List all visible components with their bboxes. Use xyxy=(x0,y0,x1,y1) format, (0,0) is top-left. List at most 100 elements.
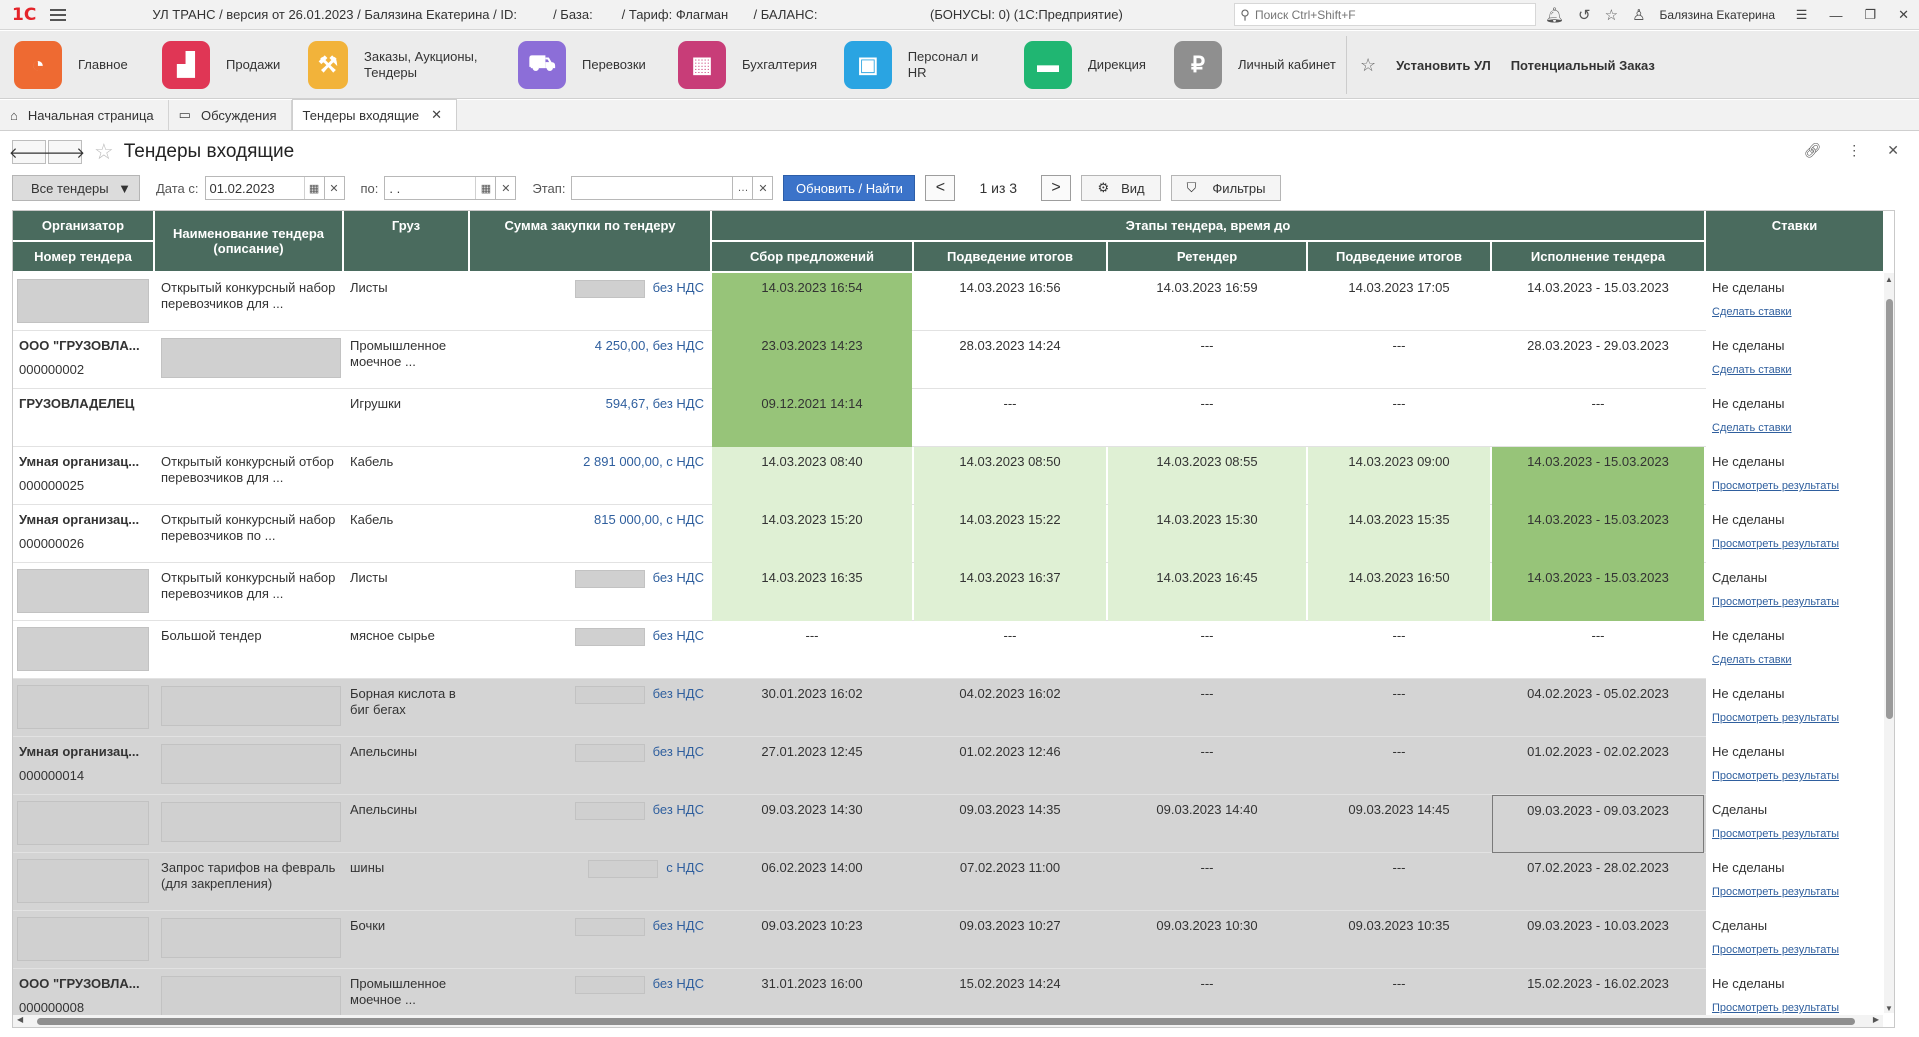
stage-cell-s2[interactable]: 09.03.2023 14:35 xyxy=(914,795,1106,853)
sum-cell[interactable]: 815 000,00, с НДС xyxy=(470,505,710,563)
favorites-star-icon[interactable]: ☆ xyxy=(1605,6,1618,24)
cargo-cell[interactable]: Апельсины xyxy=(344,795,468,853)
stage-cell-s1[interactable]: 30.01.2023 16:02 xyxy=(712,679,912,737)
stage-cell-s2[interactable]: 14.03.2023 15:22 xyxy=(914,505,1106,563)
bell-icon[interactable]: 🔔︎ xyxy=(1545,6,1564,24)
section-auction-hammer[interactable]: ⚒ Заказы, Аукционы, Тендеры xyxy=(294,31,504,99)
stage-cell-s4[interactable]: 14.03.2023 16:50 xyxy=(1308,563,1490,621)
bid-action-link[interactable]: Просмотреть результаты xyxy=(1712,1000,1877,1016)
cargo-cell[interactable]: Игрушки xyxy=(344,389,468,447)
col-tender-name[interactable]: Наименование тендера (описание) xyxy=(155,211,342,271)
sum-cell[interactable]: 2 891 000,00, с НДС xyxy=(470,447,710,505)
stage-cell-s2[interactable]: --- xyxy=(914,621,1106,679)
organizer-cell[interactable] xyxy=(13,621,153,679)
stage-cell-s5[interactable]: 14.03.2023 - 15.03.2023 xyxy=(1492,563,1704,621)
stage-cell-s1[interactable]: 09.03.2023 14:30 xyxy=(712,795,912,853)
settings-menu-icon[interactable]: ☰ xyxy=(1796,7,1808,23)
close-form-icon[interactable]: ✕ xyxy=(1887,142,1899,159)
table-row[interactable]: Умная организац... 000000026 Открытый конк… xyxy=(13,505,1883,563)
user-name[interactable]: Балязина Екатерина xyxy=(1660,8,1776,22)
stage-cell-s3[interactable]: 14.03.2023 16:59 xyxy=(1108,273,1306,331)
tender-name-cell[interactable] xyxy=(155,911,342,969)
stage-cell-s3[interactable]: 09.03.2023 10:30 xyxy=(1108,911,1306,969)
stage-cell-s1[interactable]: 14.03.2023 16:54 xyxy=(712,273,912,331)
stage-cell-s3[interactable]: --- xyxy=(1108,853,1306,911)
stage-cell-s4[interactable]: 14.03.2023 15:35 xyxy=(1308,505,1490,563)
sum-cell[interactable]: без НДС xyxy=(470,911,710,969)
tender-name-cell[interactable] xyxy=(155,795,342,853)
tender-name-cell[interactable]: Большой тендер xyxy=(155,621,342,679)
stage-cell-s4[interactable]: 14.03.2023 17:05 xyxy=(1308,273,1490,331)
table-row[interactable]: Открытый конкурсный набор перевозчиков д… xyxy=(13,563,1883,621)
col-stage-retender[interactable]: Ретендер xyxy=(1108,242,1306,271)
table-row[interactable]: Бочки без НДС 09.03.2023 10:23 09.03.2023 1… xyxy=(13,911,1883,969)
stage-cell-s5[interactable]: 07.02.2023 - 28.02.2023 xyxy=(1492,853,1704,911)
stage-cell-s1[interactable]: 14.03.2023 08:40 xyxy=(712,447,912,505)
stage-cell-s3[interactable]: 14.03.2023 16:45 xyxy=(1108,563,1306,621)
sum-cell[interactable]: 594,67, без НДС xyxy=(470,389,710,447)
tender-name-cell[interactable] xyxy=(155,737,342,795)
stage-cell-s1[interactable]: 09.12.2021 14:14 xyxy=(712,389,912,447)
bid-action-link[interactable]: Просмотреть результаты xyxy=(1712,942,1877,958)
stage-cell-s1[interactable]: 06.02.2023 14:00 xyxy=(712,853,912,911)
col-cargo[interactable]: Груз xyxy=(344,211,468,271)
stage-cell-s3[interactable]: 14.03.2023 08:55 xyxy=(1108,447,1306,505)
stage-cell-s1[interactable]: 14.03.2023 15:20 xyxy=(712,505,912,563)
section-lock[interactable]: ₽ Личный кабинет xyxy=(1160,31,1360,99)
organizer-cell[interactable]: Умная организац... 000000014 xyxy=(13,737,153,795)
table-row[interactable]: ГРУЗОВЛАДЕЛЕЦ Игрушки 594,67, без НДС 09.12… xyxy=(13,389,1883,447)
stage-cell-s2[interactable]: 04.02.2023 16:02 xyxy=(914,679,1106,737)
table-row[interactable]: Апельсины без НДС 09.03.2023 14:30 09.03.20… xyxy=(13,795,1883,853)
col-stage-collect[interactable]: Сбор предложений xyxy=(712,242,912,271)
organizer-cell[interactable] xyxy=(13,853,153,911)
tender-filter-select[interactable]: Все тендеры ▼ xyxy=(12,175,140,201)
stage-cell-s3[interactable]: --- xyxy=(1108,331,1306,389)
stage-cell-s2[interactable]: 28.03.2023 14:24 xyxy=(914,331,1106,389)
stage-cell-s4[interactable]: --- xyxy=(1308,737,1490,795)
bid-action-link[interactable]: Просмотреть результаты xyxy=(1712,478,1877,494)
tender-name-cell[interactable] xyxy=(155,331,342,389)
user-icon[interactable]: ♙ xyxy=(1632,6,1645,24)
stage-cell-s1[interactable]: 14.03.2023 16:35 xyxy=(712,563,912,621)
col-stage-results-1[interactable]: Подведение итогов xyxy=(914,242,1106,271)
section-main-section[interactable]: ◔ Главное xyxy=(0,31,148,99)
tender-name-cell[interactable]: Открытый конкурсный набор перевозчиков п… xyxy=(155,505,342,563)
sum-cell[interactable]: без НДС xyxy=(470,679,710,737)
bid-action-link[interactable]: Просмотреть результаты xyxy=(1712,710,1877,726)
sum-cell[interactable]: без НДС xyxy=(470,273,710,331)
sum-cell[interactable]: без НДС xyxy=(470,795,710,853)
filters-button[interactable]: ⛉ Фильтры xyxy=(1171,175,1282,201)
cargo-cell[interactable]: Апельсины xyxy=(344,737,468,795)
cargo-cell[interactable]: Борная кислота в биг бегах xyxy=(344,679,468,737)
scroll-down-icon[interactable]: ▼ xyxy=(1885,1004,1893,1013)
bid-action-link[interactable]: Сделать ставки xyxy=(1712,420,1877,436)
link-icon[interactable]: 🔗︎ xyxy=(1803,142,1821,159)
bid-action-link[interactable]: Сделать ставки xyxy=(1712,304,1877,320)
stage-cell-s4[interactable]: --- xyxy=(1308,331,1490,389)
clear-stage-button[interactable]: ✕ xyxy=(753,176,774,200)
bid-action-link[interactable]: Просмотреть результаты xyxy=(1712,884,1877,900)
organizer-cell[interactable] xyxy=(13,679,153,737)
organizer-cell[interactable] xyxy=(13,563,153,621)
col-sum[interactable]: Сумма закупки по тендеру xyxy=(470,211,710,271)
prev-page-button[interactable]: < xyxy=(925,175,956,201)
calendar-icon[interactable]: ▦ xyxy=(475,177,495,199)
sum-cell[interactable]: без НДС xyxy=(470,563,710,621)
next-page-button[interactable]: > xyxy=(1041,175,1072,201)
view-button[interactable]: ⚙ Вид xyxy=(1081,175,1162,201)
bid-action-link[interactable]: Сделать ставки xyxy=(1712,362,1877,378)
stage-cell-s2[interactable]: 14.03.2023 16:37 xyxy=(914,563,1106,621)
stage-cell-s1[interactable]: 09.03.2023 10:23 xyxy=(712,911,912,969)
cargo-cell[interactable]: шины xyxy=(344,853,468,911)
stage-cell-s4[interactable]: --- xyxy=(1308,853,1490,911)
organizer-cell[interactable]: Умная организац... 000000026 xyxy=(13,505,153,563)
stage-cell-s5[interactable]: 01.02.2023 - 02.02.2023 xyxy=(1492,737,1704,795)
bid-action-link[interactable]: Просмотреть результаты xyxy=(1712,536,1877,552)
stage-cell-s4[interactable]: --- xyxy=(1308,389,1490,447)
tender-name-cell[interactable] xyxy=(155,679,342,737)
organizer-cell[interactable]: Умная организац... 000000025 xyxy=(13,447,153,505)
sum-cell[interactable]: без НДС xyxy=(470,621,710,679)
vertical-scrollbar[interactable]: ▲ ▼ xyxy=(1884,273,1894,1013)
scroll-left-icon[interactable]: ◀ xyxy=(17,1015,23,1024)
table-row[interactable]: Борная кислота в биг бегах без НДС 30.01.2… xyxy=(13,679,1883,737)
